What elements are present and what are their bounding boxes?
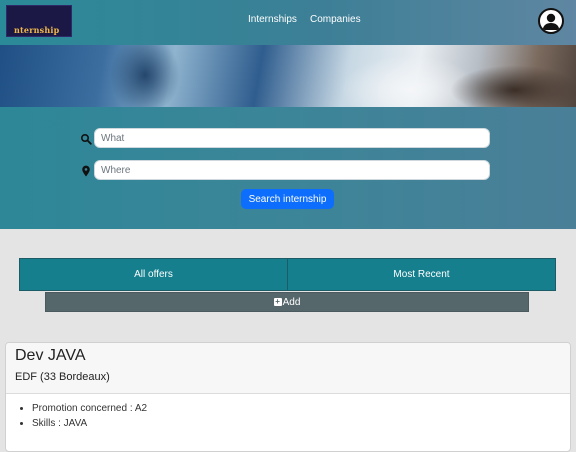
offers-tabs: All offers Most Recent [19, 258, 556, 291]
nav-link-internships[interactable]: Internships [248, 14, 297, 25]
search-panel: Search internship [0, 107, 576, 229]
hero-banner-image [0, 45, 576, 107]
search-icon [80, 132, 92, 145]
offer-card-header: Dev JAVA EDF (33 Bordeaux) [6, 343, 570, 394]
add-button-label: Add [282, 296, 301, 308]
offer-details-list: Promotion concerned : A2 Skills : JAVA [18, 403, 147, 433]
add-offer-button[interactable]: + Add [45, 292, 529, 312]
search-internship-button[interactable]: Search internship [241, 189, 334, 209]
offer-card[interactable]: Dev JAVA EDF (33 Bordeaux) Promotion con… [5, 342, 571, 452]
list-item: Promotion concerned : A2 [32, 403, 147, 414]
offer-title: Dev JAVA [15, 347, 86, 364]
logo-text: nternship [14, 25, 60, 35]
map-marker-icon [80, 164, 92, 177]
offer-company: EDF (33 Bordeaux) [15, 371, 110, 383]
site-logo[interactable]: nternship [6, 5, 72, 37]
user-circle-icon[interactable] [538, 8, 564, 34]
list-item: Skills : JAVA [32, 418, 147, 429]
tab-most-recent[interactable]: Most Recent [287, 259, 555, 290]
nav-link-companies[interactable]: Companies [310, 14, 361, 25]
where-input[interactable] [94, 160, 490, 180]
top-navbar: nternship Internships Companies [0, 0, 576, 45]
tab-all-offers[interactable]: All offers [20, 259, 287, 290]
what-input[interactable] [94, 128, 490, 148]
plus-square-icon: + [273, 297, 282, 306]
